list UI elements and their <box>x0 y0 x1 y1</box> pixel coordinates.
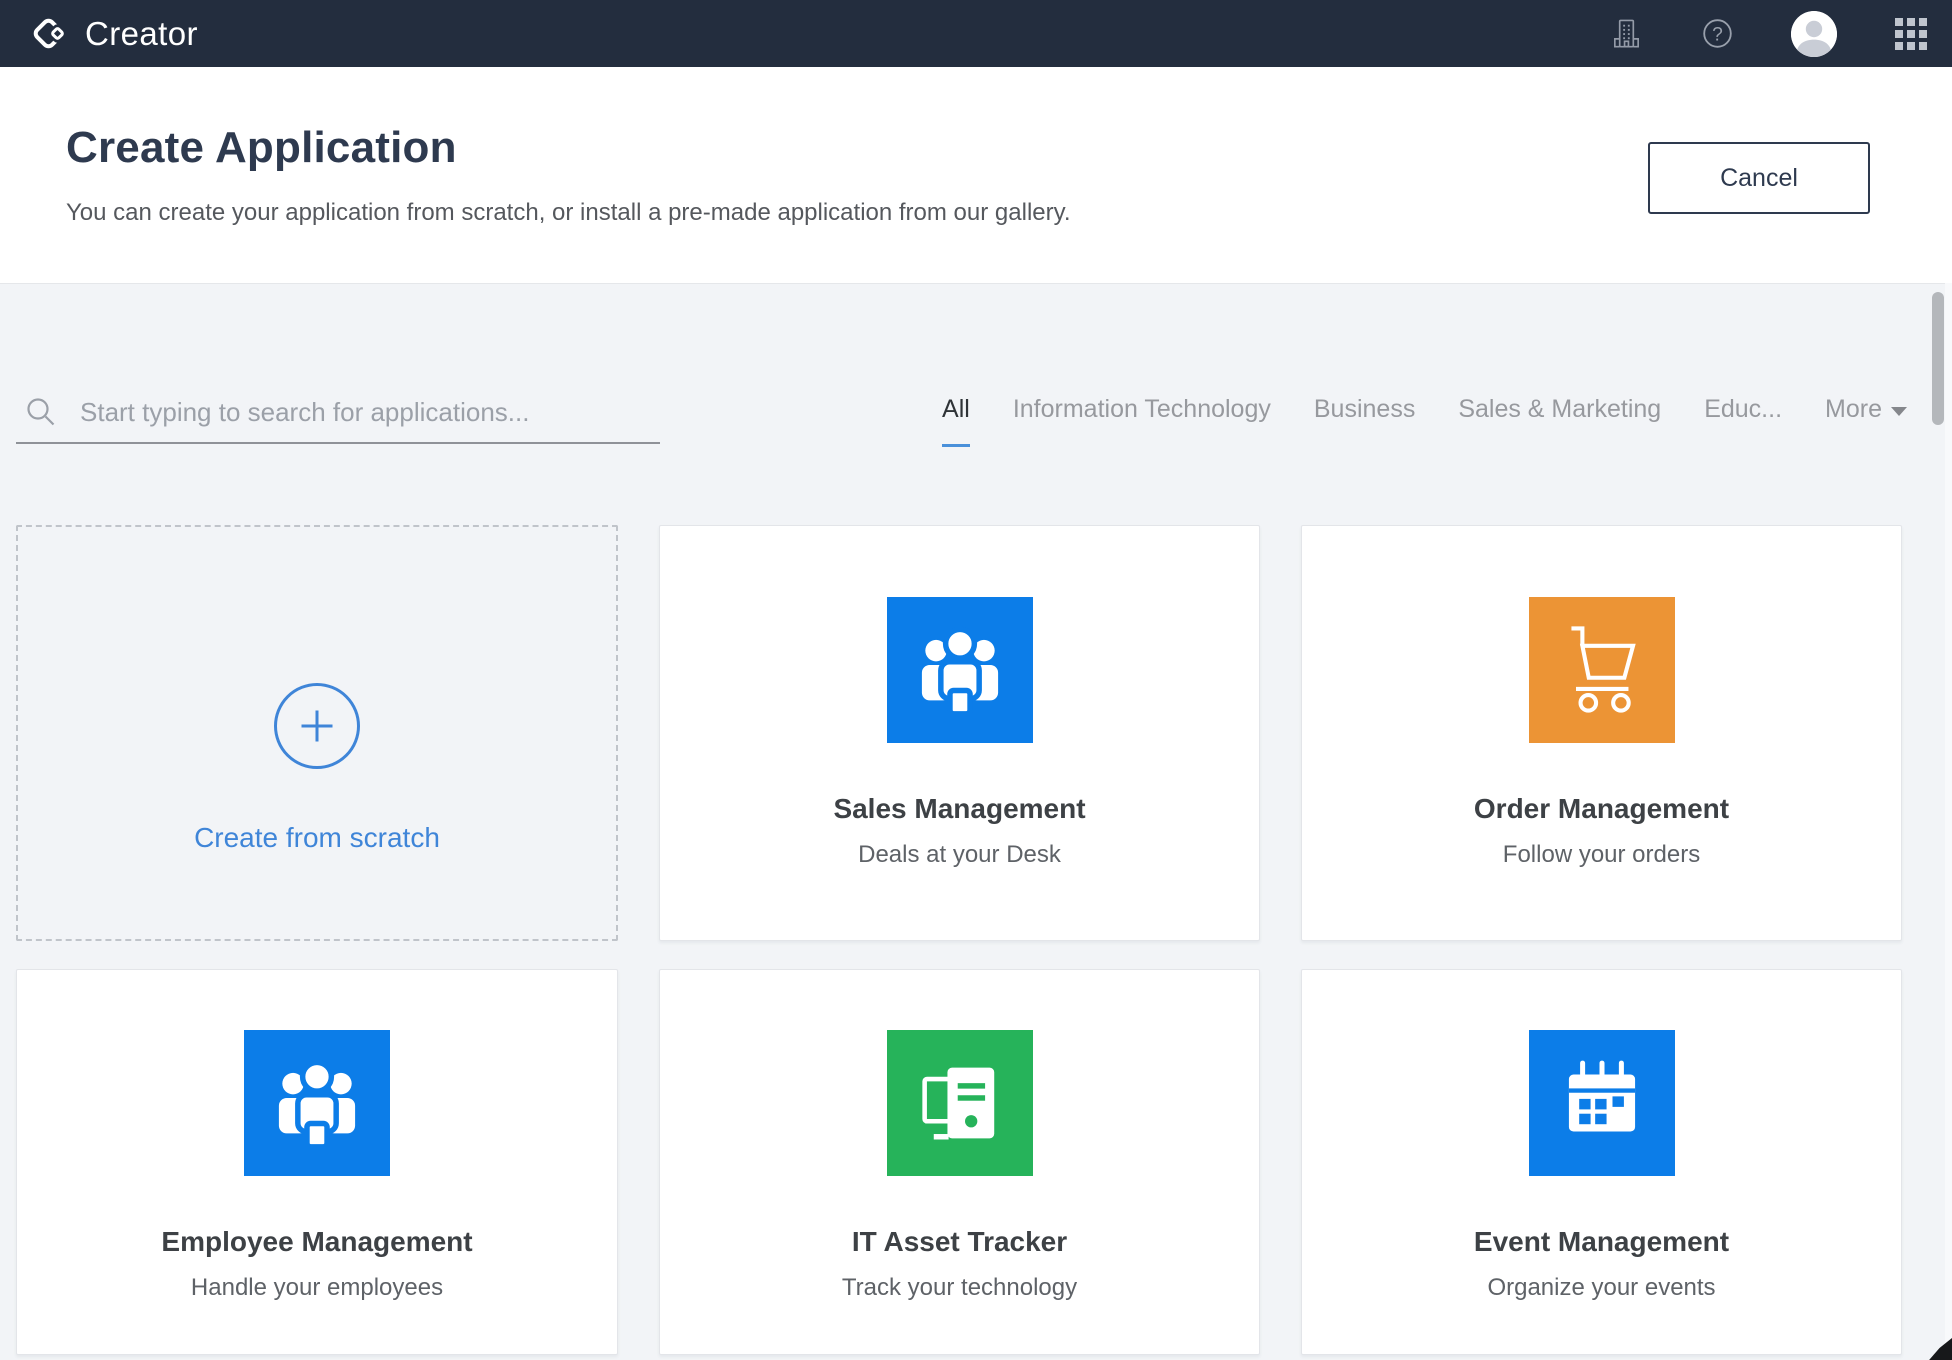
chevron-down-icon <box>1891 407 1907 416</box>
create-from-scratch-label: Create from scratch <box>194 822 440 854</box>
application-search[interactable] <box>16 388 660 444</box>
app-card-subtitle: Organize your events <box>1487 1274 1715 1302</box>
app-card-subtitle: Handle your employees <box>191 1274 443 1302</box>
svg-text:?: ? <box>1712 24 1723 45</box>
people-group-icon <box>244 1030 390 1176</box>
search-input[interactable] <box>80 397 656 428</box>
calendar-icon <box>1529 1030 1675 1176</box>
organization-icon[interactable] <box>1609 16 1644 52</box>
app-card-subtitle: Follow your orders <box>1503 841 1700 869</box>
app-card-title: Sales Management <box>833 793 1085 825</box>
top-navbar: Creator ? <box>0 0 1952 67</box>
tab-more[interactable]: More <box>1825 388 1907 447</box>
tab-sales-marketing[interactable]: Sales & Marketing <box>1458 388 1661 447</box>
page-title: Create Application <box>66 123 457 173</box>
application-grid: Create from scratch Sales Management <box>16 525 1902 1355</box>
tab-label: More <box>1825 395 1882 424</box>
tab-label: Information Technology <box>1013 395 1271 424</box>
app-card-title: Event Management <box>1474 1226 1729 1258</box>
help-icon[interactable]: ? <box>1701 17 1734 50</box>
category-tabs: All Information Technology Business Sale… <box>942 388 1907 447</box>
app-card-title: IT Asset Tracker <box>852 1226 1067 1258</box>
creator-logo-icon <box>28 13 70 55</box>
app-card-event-management[interactable]: Event Management Organize your events <box>1301 969 1902 1355</box>
app-card-sales-management[interactable]: Sales Management Deals at your Desk <box>659 525 1260 941</box>
tab-label: Sales & Marketing <box>1458 395 1661 424</box>
app-card-title: Order Management <box>1474 793 1729 825</box>
tab-business[interactable]: Business <box>1314 388 1415 447</box>
tab-label: All <box>942 395 970 424</box>
app-card-subtitle: Deals at your Desk <box>858 841 1061 869</box>
app-logo[interactable]: Creator <box>28 13 198 55</box>
tab-all[interactable]: All <box>942 388 970 447</box>
user-avatar[interactable] <box>1791 11 1837 57</box>
gallery-section: All Information Technology Business Sale… <box>0 283 1952 1360</box>
tab-label: Educ... <box>1704 395 1782 424</box>
people-group-icon <box>887 597 1033 743</box>
page-subtitle: You can create your application from scr… <box>66 199 1071 227</box>
page-header: Create Application You can create your a… <box>0 67 1952 283</box>
app-card-order-management[interactable]: Order Management Follow your orders <box>1301 525 1902 941</box>
scrollbar-thumb[interactable] <box>1932 292 1944 425</box>
tab-information-technology[interactable]: Information Technology <box>1013 388 1271 447</box>
app-card-title: Employee Management <box>161 1226 472 1258</box>
app-card-employee-management[interactable]: Employee Management Handle your employee… <box>16 969 618 1355</box>
app-name: Creator <box>85 15 198 53</box>
cancel-button[interactable]: Cancel <box>1648 142 1870 214</box>
plus-circle-icon <box>273 682 361 770</box>
app-card-it-asset-tracker[interactable]: IT Asset Tracker Track your technology <box>659 969 1260 1355</box>
shopping-cart-icon <box>1529 597 1675 743</box>
create-from-scratch-card[interactable]: Create from scratch <box>16 525 618 941</box>
computer-icon <box>887 1030 1033 1176</box>
scrollbar-track[interactable] <box>1945 283 1952 1360</box>
search-icon <box>24 395 58 429</box>
app-grid-icon[interactable] <box>1894 17 1928 51</box>
tab-label: Business <box>1314 395 1415 424</box>
app-card-subtitle: Track your technology <box>842 1274 1077 1302</box>
tab-education[interactable]: Educ... <box>1704 388 1782 447</box>
